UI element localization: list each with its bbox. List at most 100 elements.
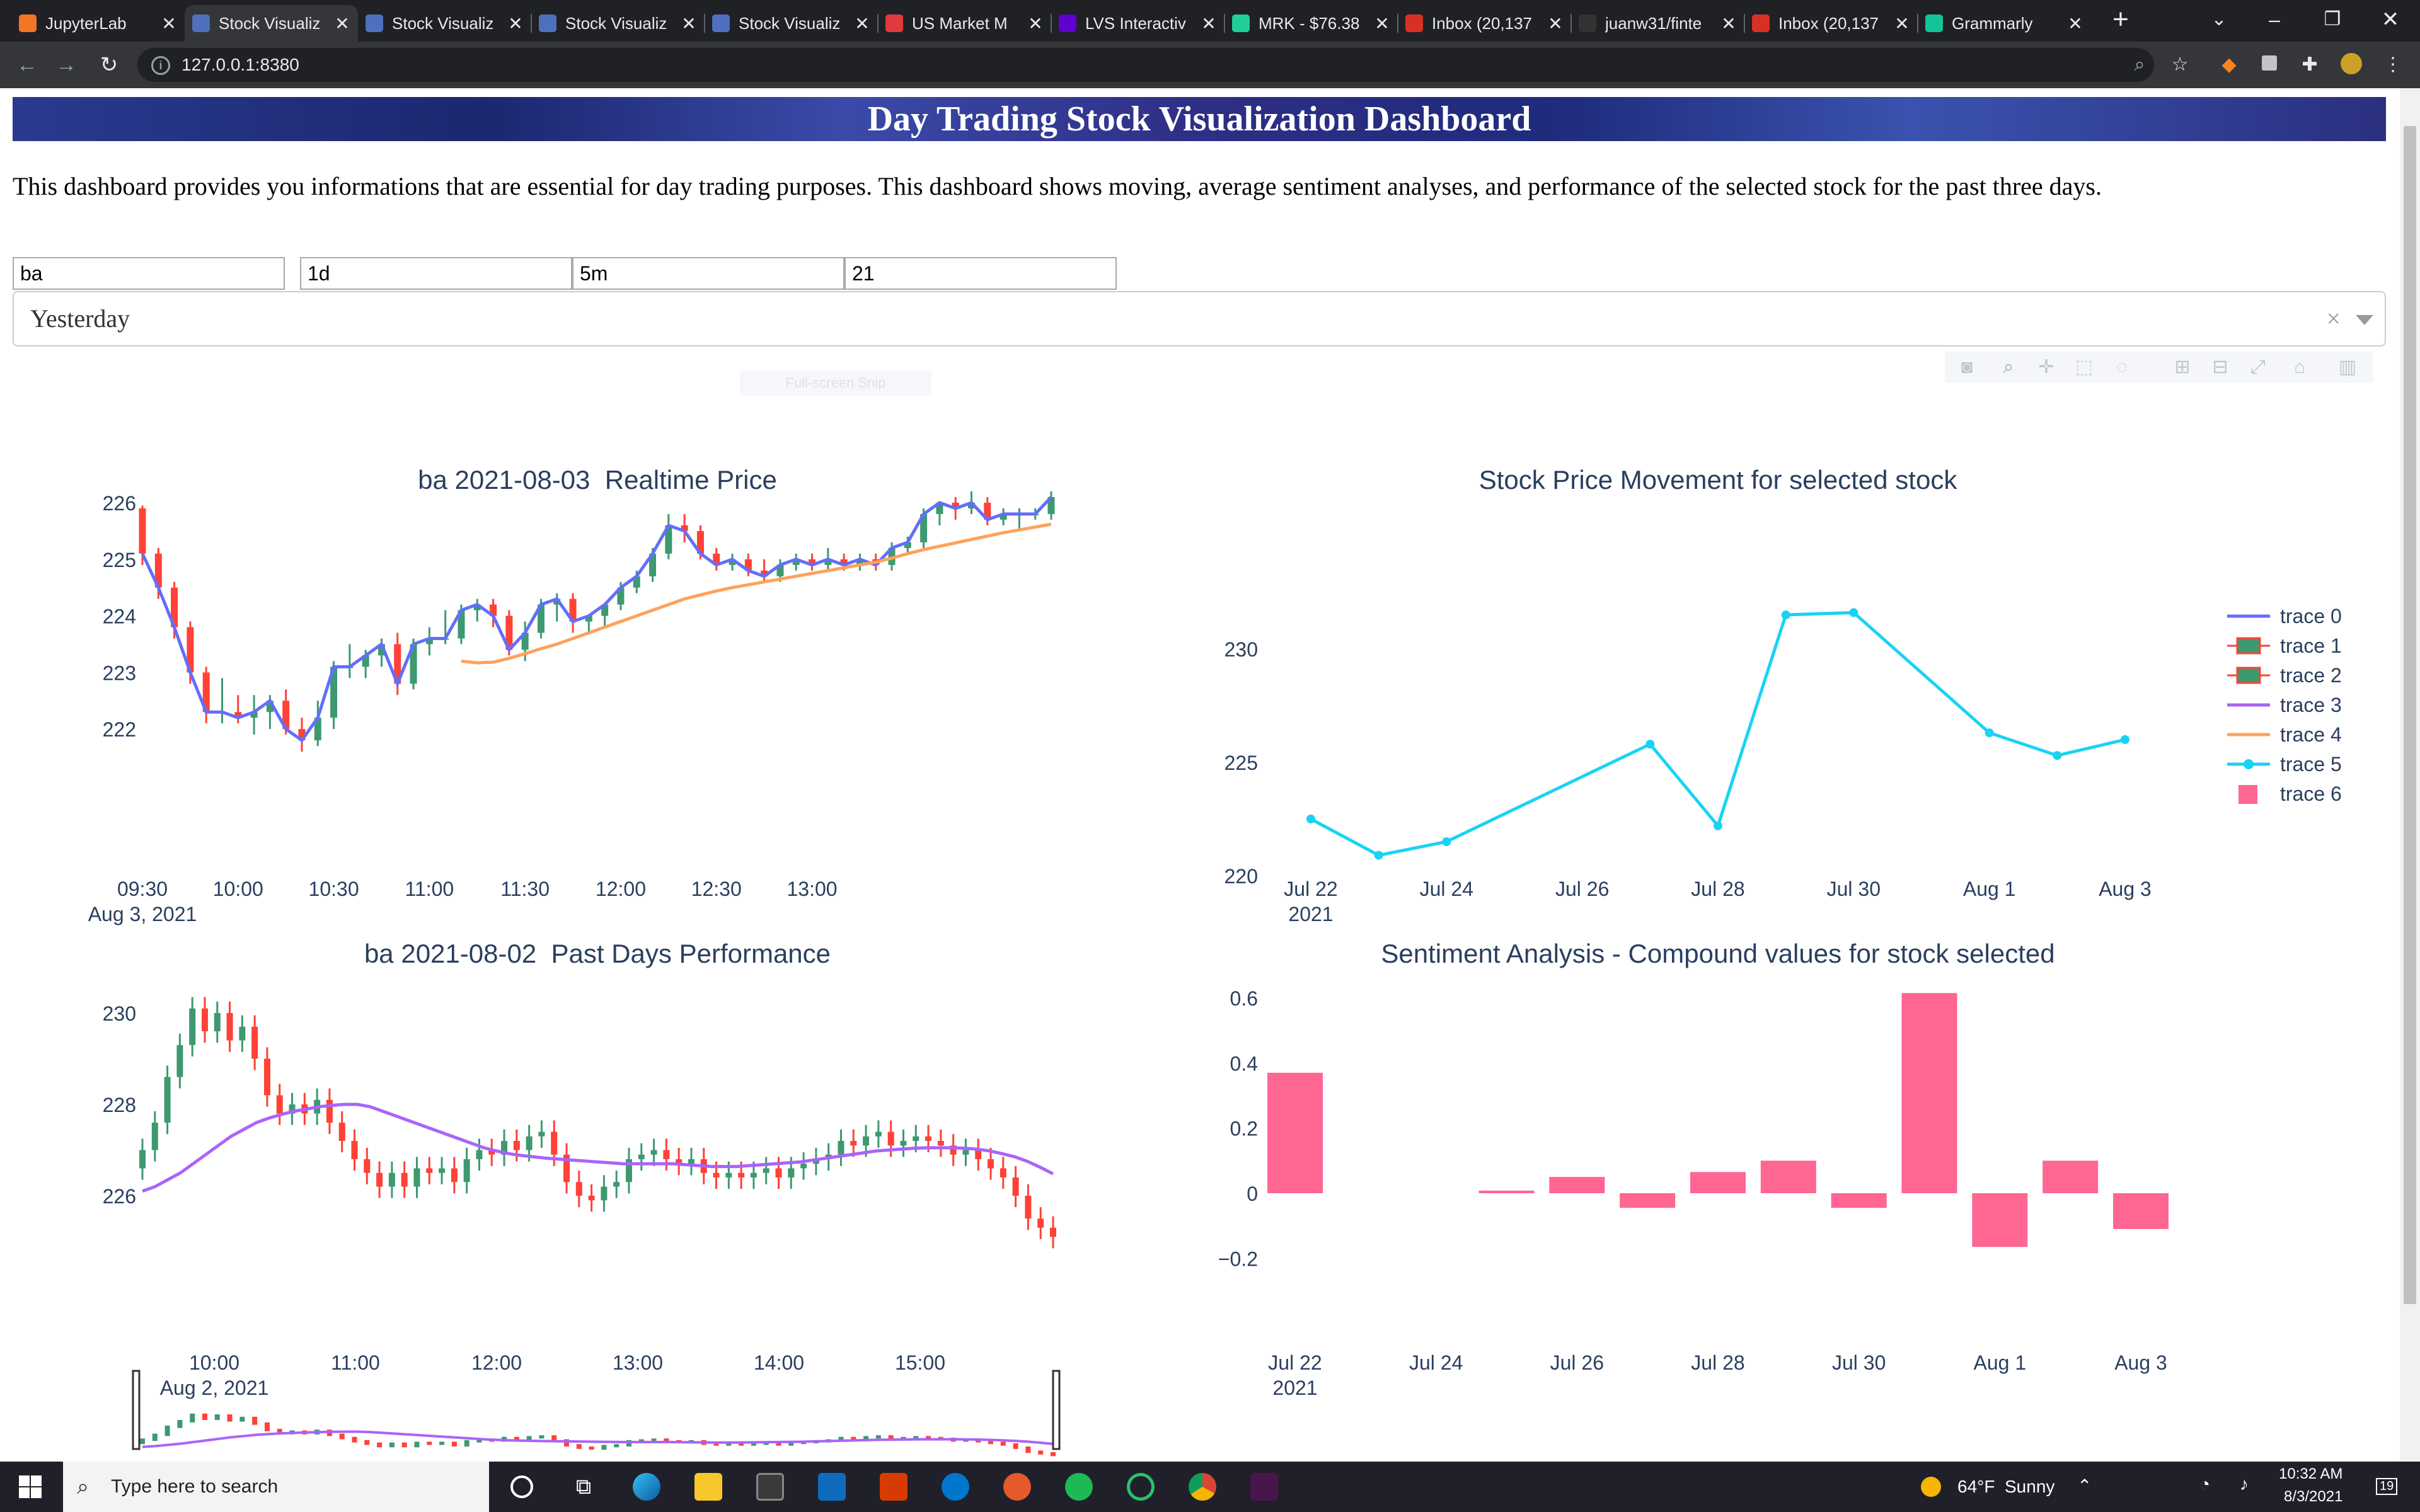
clock-time[interactable]: 10:32 AM [2279,1465,2342,1483]
slider-candle [401,1442,407,1448]
x-date-label: Aug 3, 2021 [88,903,197,925]
y-tick-label: −0.2 [1218,1247,1258,1270]
realtime-price-chart[interactable]: 222 223 224 225 226 09:30 10:00 10:30 11:00 11:30… [88,491,1055,925]
range-slider[interactable] [132,1370,1061,1457]
tab-close-icon[interactable]: ✕ [1199,13,1218,34]
tab-close-icon[interactable]: ✕ [1546,13,1565,34]
scrollbar-thumb[interactable] [2404,126,2416,1304]
mail-icon[interactable] [818,1473,846,1501]
maps-icon[interactable] [1003,1473,1031,1501]
browser-menu-icon[interactable]: ⋮ [2381,53,2405,77]
windows-start-icon[interactable] [19,1475,42,1498]
slider-candle [377,1442,383,1448]
metamask-extension-icon[interactable]: ◆ [2217,53,2241,77]
tab-close-icon[interactable]: ✕ [333,13,352,34]
extensions-puzzle-icon[interactable]: ✚ [2298,53,2322,77]
app-icon[interactable] [1127,1473,1155,1501]
zoom-icon[interactable]: ⌕ [2128,53,2152,77]
y-tick-label: 230 [1224,638,1258,661]
github-icon [1579,14,1596,32]
clock-date[interactable]: 8/3/2021 [2284,1488,2342,1506]
tab-close-icon[interactable]: ✕ [1026,13,1045,34]
browser-tab[interactable]: Inbox (20,137 ✕ [1744,5,1918,42]
task-view-icon[interactable]: ⧉ [570,1473,597,1501]
price-movement-chart[interactable]: 220 225 230 Jul 22 Jul 24 Jul 26 Jul 28 Jul 30 A… [1224,605,2342,925]
extension-icon[interactable] [2257,53,2281,77]
notification-badge[interactable]: 19 [2376,1478,2398,1495]
tab-close-icon[interactable]: ✕ [1719,13,1738,34]
tab-close-icon[interactable]: ✕ [1893,13,1911,34]
sentiment-chart[interactable]: −0.2 0 0.2 0.4 0.6 Jul 22 Jul 24 Jul 26 Jul 28 Ju… [1218,987,2169,1399]
tab-close-icon[interactable]: ✕ [679,13,698,34]
slider-candle [875,1435,881,1439]
browser-tab[interactable]: Stock Visualiz ✕ [531,5,705,42]
y-tick-label: 230 [103,1002,136,1025]
tab-close-icon[interactable]: ✕ [1373,13,1392,34]
candle-body [838,1141,844,1155]
x-year-label: 2021 [1288,903,1333,925]
volume-icon[interactable]: ♪ [2240,1474,2249,1494]
browser-tab[interactable]: MRK - $76.38 ✕ [1224,5,1398,42]
robinhood-icon [1232,14,1250,32]
back-button[interactable]: ← [11,49,43,81]
x-tick-label: 09:30 [117,878,168,900]
tab-label: Stock Visualiz [392,13,494,33]
tab-close-icon[interactable]: ✕ [159,13,178,34]
x-tick-label: Jul 28 [1691,1351,1744,1374]
network-icon[interactable]: ◔ [2199,1474,2210,1494]
browser-tab[interactable]: juanw31/finte ✕ [1571,5,1744,42]
tab-close-icon[interactable]: ✕ [853,13,872,34]
tab-search-icon[interactable]: ⌄ [2203,4,2235,35]
reload-button[interactable]: ↻ [93,49,125,81]
show-hidden-icons[interactable]: ⌃ [2077,1475,2092,1496]
browser-tab[interactable]: Grammarly ✕ [1918,5,2091,42]
profile-avatar[interactable] [2339,53,2363,77]
cortana-icon[interactable] [510,1475,533,1498]
browser-toolbar: ← → ↻ i 127.0.0.1:8380 ⌕ ☆ ◆ ✚ ⋮ [0,42,2420,88]
browser-tab[interactable]: Inbox (20,137 ✕ [1398,5,1571,42]
browser-tab[interactable]: US Market M ✕ [878,5,1051,42]
edge-icon[interactable] [633,1473,660,1501]
x-tick-label: Jul 30 [1827,878,1881,900]
browser-tab[interactable]: JupyterLab ✕ [11,5,185,42]
price-marker [1442,837,1451,846]
past-performance-chart[interactable]: 226 228 230 10:00 11:00 12:00 13:00 14:00 15:00 A… [103,997,1056,1399]
site-info-icon[interactable]: i [151,56,170,75]
office-icon[interactable] [880,1473,908,1501]
charts-area: ba 2021-08-03 Realtime Price Stock Price… [88,465,2342,1457]
taskbar-search-box[interactable]: ⌕ Type here to search [63,1462,489,1512]
browser-tab[interactable]: Stock Visualiz ✕ [705,5,878,42]
store-icon[interactable] [756,1473,784,1501]
file-explorer-icon[interactable] [694,1473,722,1501]
sentiment-bar [1549,1177,1605,1193]
candle-body [251,1026,258,1059]
browser-tab[interactable]: Stock Visualiz ✕ [185,5,358,42]
slack-icon[interactable] [1250,1473,1278,1501]
new-tab-button[interactable]: + [2105,4,2136,35]
restore-button[interactable]: ❐ [2317,4,2348,35]
tab-close-icon[interactable]: ✕ [2066,13,2085,34]
tab-close-icon[interactable]: ✕ [506,13,525,34]
minimize-button[interactable]: – [2259,4,2290,35]
close-window-button[interactable]: ✕ [2375,4,2406,35]
candle-body [439,1168,446,1173]
slider-candle [601,1445,607,1450]
spotify-icon[interactable] [1065,1473,1093,1501]
taskbar-search-placeholder: Type here to search [111,1476,279,1497]
browser-tab[interactable]: LVS Interactiv ✕ [1051,5,1224,42]
legend-label: trace 0 [2280,605,2342,627]
x-tick-label: Jul 22 [1284,878,1337,900]
forward-button[interactable]: → [50,49,82,81]
chrome-icon[interactable] [1189,1473,1216,1501]
x-tick-label: Jul 28 [1691,878,1744,900]
browser-tab[interactable]: Stock Visualiz ✕ [358,5,531,42]
tab-label: Grammarly [1952,13,2033,33]
page-scrollbar[interactable] [2400,88,2420,1462]
weather-text[interactable]: 64°F Sunny [1957,1477,2054,1497]
tab-label: juanw31/finte [1605,13,1702,33]
bookmark-star-icon[interactable]: ☆ [2168,53,2192,77]
candle-body [788,1168,795,1177]
candle-body [351,1141,358,1159]
dell-icon[interactable] [942,1473,969,1501]
address-bar[interactable]: i 127.0.0.1:8380 ⌕ [137,48,2154,82]
